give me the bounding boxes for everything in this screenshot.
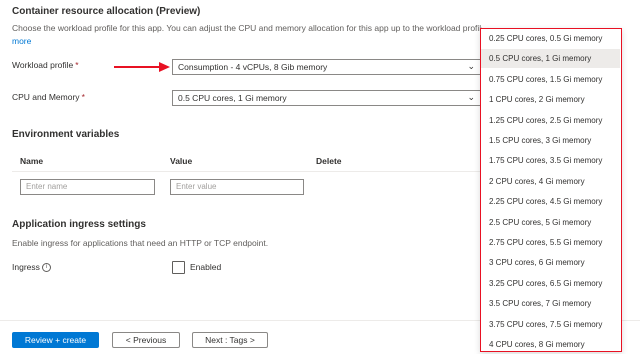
env-value-input[interactable]: Enter value [170, 179, 304, 195]
dropdown-option[interactable]: 1.5 CPU cores, 3 Gi memory [481, 131, 620, 150]
env-col-name: Name [20, 156, 44, 166]
env-name-input[interactable]: Enter name [20, 179, 155, 195]
dropdown-option[interactable]: 2.25 CPU cores, 4.5 Gi memory [481, 192, 620, 211]
dropdown-option[interactable]: 2.5 CPU cores, 5 Gi memory [481, 213, 620, 232]
next-tags-button[interactable]: Next : Tags > [192, 332, 268, 348]
ingress-title: Application ingress settings [12, 219, 146, 230]
learn-more-link[interactable]: more [12, 35, 31, 47]
dropdown-option[interactable]: 3.25 CPU cores, 6.5 Gi memory [481, 274, 620, 293]
chevron-down-icon: ⌄ [467, 92, 475, 102]
ingress-label: Ingress [12, 262, 40, 272]
ingress-description: Enable ingress for applications that nee… [12, 238, 269, 248]
dropdown-option[interactable]: 2 CPU cores, 4 Gi memory [481, 172, 620, 191]
chevron-down-icon: ⌄ [467, 61, 475, 71]
dropdown-option[interactable]: 0.5 CPU cores, 1 Gi memory [481, 49, 620, 69]
dropdown-option[interactable]: 3.75 CPU cores, 7.5 Gi memory [481, 315, 620, 334]
dropdown-option[interactable]: 1 CPU cores, 2 Gi memory [481, 90, 620, 109]
env-col-delete: Delete [316, 156, 342, 166]
env-vars-title: Environment variables [12, 129, 120, 140]
ingress-enabled-checkbox[interactable] [172, 261, 185, 274]
dropdown-option[interactable]: 2.75 CPU cores, 5.5 Gi memory [481, 233, 620, 252]
env-col-value: Value [170, 156, 193, 166]
dropdown-option[interactable]: 1.75 CPU cores, 3.5 Gi memory [481, 151, 620, 170]
dropdown-option[interactable]: 0.25 CPU cores, 0.5 Gi memory [481, 29, 620, 48]
workload-profile-label: Workload profile * [12, 60, 79, 70]
dropdown-option[interactable]: 1.25 CPU cores, 2.5 Gi memory [481, 111, 620, 130]
dropdown-option[interactable]: 0.75 CPU cores, 1.5 Gi memory [481, 70, 620, 89]
dropdown-option[interactable]: 3 CPU cores, 6 Gi memory [481, 253, 620, 272]
workload-profile-select[interactable]: Consumption - 4 vCPUs, 8 Gib memory ⌄ [172, 59, 482, 75]
resource-allocation-title: Container resource allocation (Preview) [12, 6, 201, 17]
review-create-button[interactable]: Review + create [12, 332, 99, 348]
ingress-enabled-label: Enabled [190, 262, 222, 272]
previous-button[interactable]: < Previous [112, 332, 180, 348]
resource-description: Choose the workload profile for this app… [12, 23, 482, 33]
cpu-memory-select[interactable]: 0.5 CPU cores, 1 Gi memory ⌄ [172, 90, 482, 106]
env-divider [12, 171, 482, 172]
dropdown-option[interactable]: 4 CPU cores, 8 Gi memory [481, 335, 620, 354]
dropdown-option[interactable]: 3.5 CPU cores, 7 Gi memory [481, 294, 620, 313]
cpu-memory-dropdown-list[interactable]: 0.25 CPU cores, 0.5 Gi memory 0.5 CPU cor… [480, 28, 622, 352]
info-icon[interactable]: i [42, 263, 51, 272]
red-arrow-icon [114, 62, 170, 72]
cpu-memory-label: CPU and Memory * [12, 92, 85, 102]
